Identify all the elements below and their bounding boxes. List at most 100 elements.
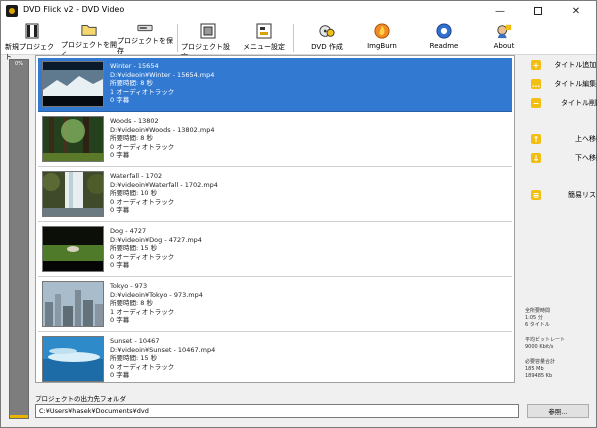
title-subtitles: 0 字幕: [110, 151, 130, 160]
title-name: Waterfall - 1702: [110, 172, 163, 180]
save-drive-icon: [137, 23, 153, 33]
title-name: Winter - 15654: [110, 62, 159, 70]
edit-title-label: タイトル編集...: [554, 80, 597, 88]
title-path: D:¥videoin¥Tokyo - 973.mp4: [110, 290, 203, 299]
title-meta: Tokyo - 973 D:¥videoin¥Tokyo - 973.mp4 所…: [110, 282, 203, 325]
list-icon: ≡: [531, 190, 541, 200]
title-subtitles: 0 字幕: [110, 96, 130, 105]
title-bar: DVD Flick v2 - DVD Video — ✕: [1, 1, 596, 21]
app-window: DVD Flick v2 - DVD Video — ✕ 新規プロジェクト プロ…: [0, 0, 597, 428]
title-path: D:¥videoin¥Dog - 4727.mp4: [110, 235, 202, 244]
title-item-sunset[interactable]: Sunset - 10467 D:¥videoin¥Sunset - 10467…: [38, 333, 512, 382]
move-down-label: 下へ移動: [575, 154, 597, 162]
title-item-woods[interactable]: Woods - 13802 D:¥videoin¥Woods - 13802.m…: [38, 113, 512, 167]
title-meta: Winter - 15654 D:¥videoin¥Winter - 15654…: [110, 62, 214, 105]
title-duration: 所要時間: 8 秒: [110, 134, 153, 143]
video-thumbnail: [42, 61, 104, 107]
readme-icon: [436, 23, 452, 39]
remove-title-button[interactable]: − タイトル削除: [531, 96, 597, 110]
maximize-icon: [534, 7, 542, 15]
title-meta: Woods - 13802 D:¥videoin¥Woods - 13802.m…: [110, 117, 214, 160]
create-dvd-label: DVD 作成: [311, 43, 343, 51]
add-title-label: タイトル追加...: [554, 61, 597, 69]
move-up-button[interactable]: ↑ 上へ移動: [531, 132, 597, 146]
save-project-label: プロジェクトを保存: [117, 37, 173, 55]
video-thumbnail: [42, 116, 104, 162]
toolbar-separator: [293, 24, 294, 52]
title-subtitles: 0 字幕: [110, 371, 130, 380]
title-subtitles: 0 字幕: [110, 261, 130, 270]
total-time-label: 全所要時間: [525, 308, 551, 314]
avg-bitrate-value: 9000 Kbit/s: [525, 344, 554, 350]
title-path: D:¥videoin¥Woods - 13802.mp4: [110, 125, 215, 134]
title-duration: 所要時間: 15 秒: [110, 354, 158, 363]
move-up-label: 上へ移動: [575, 135, 597, 143]
title-item-dog[interactable]: Dog - 4727 D:¥videoin¥Dog - 4727.mp4 所要時…: [38, 223, 512, 277]
simple-list-label: 簡易リスト: [568, 191, 597, 199]
toolbar-separator: [177, 24, 178, 52]
title-duration: 所要時間: 8 秒: [110, 299, 153, 308]
title-item-tokyo[interactable]: Tokyo - 973 D:¥videoin¥Tokyo - 973.mp4 所…: [38, 278, 512, 332]
required-size-kb: 189485 Kb: [525, 373, 553, 379]
close-icon: ✕: [571, 5, 581, 17]
title-item-waterfall[interactable]: Waterfall - 1702 D:¥videoin¥Waterfall - …: [38, 168, 512, 222]
output-folder-input[interactable]: C:¥Users¥hasek¥Documents¥dvd: [35, 404, 519, 418]
title-meta: Sunset - 10467 D:¥videoin¥Sunset - 10467…: [110, 337, 215, 380]
size-stats: 必要容量合計 185 Mb 189485 Kb: [525, 359, 555, 380]
menu-settings-button[interactable]: メニュー設定: [239, 21, 289, 55]
title-duration: 所要時間: 8 秒: [110, 79, 153, 88]
required-size-mb: 185 Mb: [525, 366, 544, 372]
dvd-flick-app-icon: [6, 5, 18, 17]
create-dvd-button[interactable]: DVD 作成: [301, 21, 353, 55]
about-button[interactable]: About: [481, 21, 527, 55]
about-icon: [496, 23, 512, 39]
title-meta: Waterfall - 1702 D:¥videoin¥Waterfall - …: [110, 172, 218, 215]
title-name: Woods - 13802: [110, 117, 159, 125]
minus-icon: −: [531, 98, 541, 108]
readme-button[interactable]: Readme: [419, 21, 469, 55]
video-thumbnail: [42, 281, 104, 327]
menu-settings-icon: [256, 23, 272, 39]
add-title-button[interactable]: + タイトル追加...: [531, 58, 597, 72]
avg-bitrate-label: 平均ビットレート: [525, 337, 566, 343]
open-project-button[interactable]: プロジェクトを開く: [61, 21, 117, 59]
title-duration: 所要時間: 10 秒: [110, 189, 158, 198]
save-project-button[interactable]: プロジェクトを保存: [117, 21, 173, 55]
title-meta: Dog - 4727 D:¥videoin¥Dog - 4727.mp4 所要時…: [110, 227, 202, 270]
arrow-down-icon: ↓: [531, 153, 541, 163]
maximize-button[interactable]: [519, 1, 557, 21]
project-settings-icon: [200, 23, 216, 39]
move-down-button[interactable]: ↓ 下へ移動: [531, 151, 597, 165]
imgburn-icon: [374, 23, 390, 39]
simple-list-button[interactable]: ≡ 簡易リスト: [531, 188, 597, 202]
title-name: Sunset - 10467: [110, 337, 160, 345]
title-path: D:¥videoin¥Winter - 15654.mp4: [110, 70, 215, 79]
edit-icon: …: [531, 79, 541, 89]
new-project-button[interactable]: 新規プロジェクト: [5, 21, 59, 61]
toolbar: 新規プロジェクト プロジェクトを開く プロジェクトを保存 プロジェクト設定 メ: [1, 21, 596, 61]
minimize-icon: —: [495, 5, 505, 17]
new-project-icon: [24, 23, 40, 39]
title-path: D:¥videoin¥Waterfall - 1702.mp4: [110, 180, 218, 189]
total-time-stats: 全所要時間 1:05 分 6 タイトル: [525, 308, 550, 329]
edit-title-button[interactable]: … タイトル編集...: [531, 77, 597, 91]
browse-button[interactable]: 参照...: [527, 404, 589, 418]
title-subtitles: 0 字幕: [110, 206, 130, 215]
project-settings-button[interactable]: プロジェクト設定: [181, 21, 235, 61]
title-duration: 所要時間: 15 秒: [110, 244, 158, 253]
about-label: About: [493, 42, 515, 50]
title-name: Tokyo - 973: [110, 282, 148, 290]
title-list[interactable]: Winter - 15654 D:¥videoin¥Winter - 15654…: [35, 55, 515, 383]
readme-label: Readme: [429, 42, 459, 50]
menu-settings-label: メニュー設定: [243, 43, 285, 51]
title-path: D:¥videoin¥Sunset - 10467.mp4: [110, 345, 216, 354]
title-item-winter[interactable]: Winter - 15654 D:¥videoin¥Winter - 15654…: [38, 58, 512, 112]
close-button[interactable]: ✕: [557, 1, 595, 21]
imgburn-label: ImgBurn: [367, 42, 397, 50]
progress-bar: 0%: [9, 59, 29, 419]
imgburn-button[interactable]: ImgBurn: [357, 21, 407, 55]
minimize-button[interactable]: —: [481, 1, 519, 21]
open-folder-icon: [81, 23, 97, 37]
progress-fill: [10, 415, 28, 418]
title-subtitles: 0 字幕: [110, 316, 130, 325]
